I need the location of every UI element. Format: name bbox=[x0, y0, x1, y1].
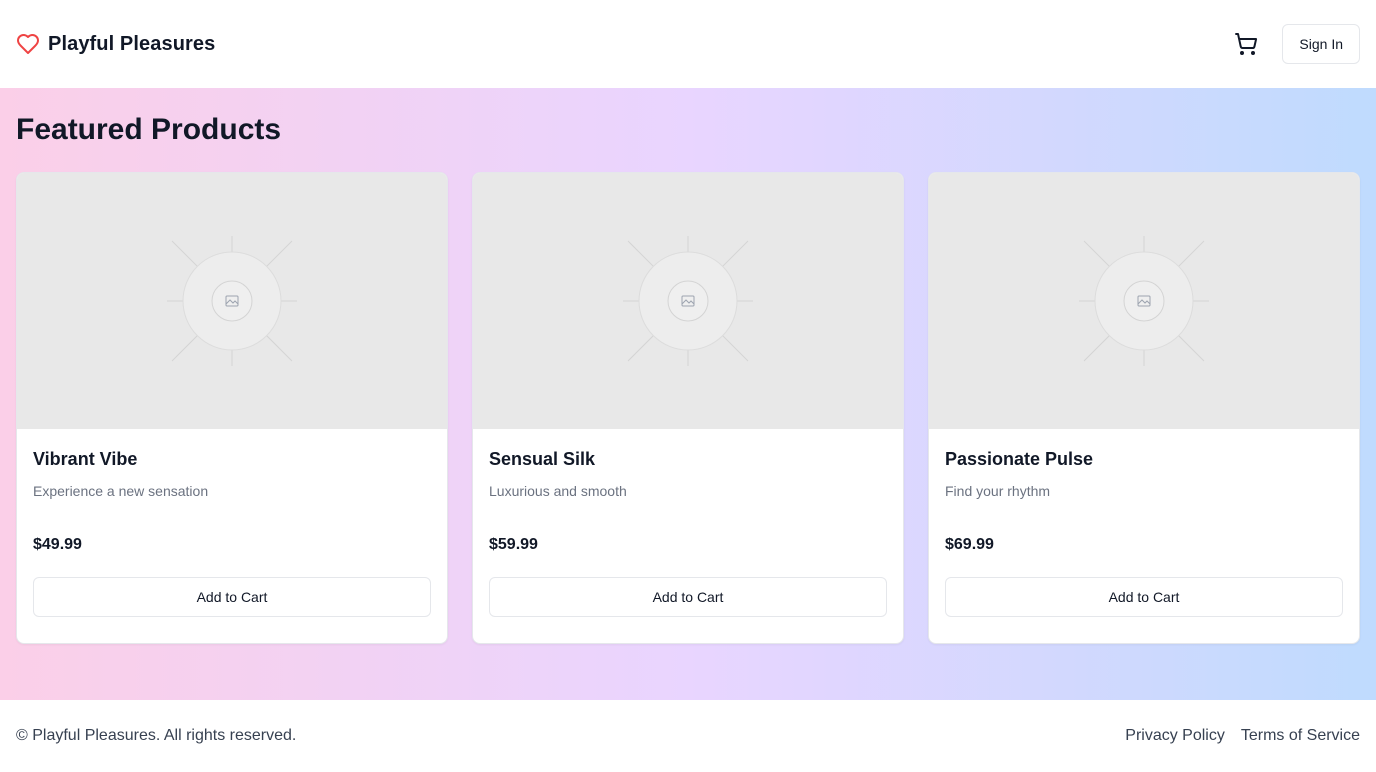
product-card: Sensual Silk Luxurious and smooth $59.99… bbox=[472, 172, 904, 644]
product-image bbox=[929, 173, 1359, 429]
add-to-cart-button[interactable]: Add to Cart bbox=[489, 577, 887, 617]
product-price: $69.99 bbox=[945, 536, 994, 553]
product-price: $59.99 bbox=[489, 536, 538, 553]
privacy-policy-link[interactable]: Privacy Policy bbox=[1125, 727, 1225, 745]
product-name: Vibrant Vibe bbox=[33, 449, 138, 469]
add-to-cart-button[interactable]: Add to Cart bbox=[945, 577, 1343, 617]
product-card-body: Sensual Silk Luxurious and smooth $59.99… bbox=[473, 429, 903, 643]
product-description: Luxurious and smooth bbox=[489, 483, 627, 499]
product-image bbox=[17, 173, 447, 429]
product-card-body: Vibrant Vibe Experience a new sensation … bbox=[17, 429, 447, 643]
product-price: $49.99 bbox=[33, 536, 82, 553]
footer-links: Privacy Policy Terms of Service bbox=[1125, 727, 1360, 745]
brand[interactable]: Playful Pleasures bbox=[16, 32, 215, 56]
image-placeholder-icon bbox=[1079, 236, 1209, 366]
terms-of-service-link[interactable]: Terms of Service bbox=[1241, 727, 1360, 745]
shopping-cart-icon bbox=[1234, 32, 1258, 56]
product-card: Passionate Pulse Find your rhythm $69.99… bbox=[928, 172, 1360, 644]
cart-button[interactable] bbox=[1226, 24, 1266, 64]
header-actions: Sign In bbox=[1226, 24, 1360, 64]
page-title: Featured Products bbox=[16, 113, 282, 146]
product-card-body: Passionate Pulse Find your rhythm $69.99… bbox=[929, 429, 1359, 643]
product-grid: Vibrant Vibe Experience a new sensation … bbox=[16, 172, 1360, 644]
heart-icon bbox=[16, 32, 40, 56]
site-footer: © Playful Pleasures. All rights reserved… bbox=[0, 700, 1376, 772]
copyright-text: © Playful Pleasures. All rights reserved… bbox=[16, 727, 297, 744]
product-card: Vibrant Vibe Experience a new sensation … bbox=[16, 172, 448, 644]
product-name: Passionate Pulse bbox=[945, 449, 1094, 469]
image-placeholder-icon bbox=[167, 236, 297, 366]
brand-name: Playful Pleasures bbox=[48, 32, 216, 55]
add-to-cart-button[interactable]: Add to Cart bbox=[33, 577, 431, 617]
product-image bbox=[473, 173, 903, 429]
product-description: Find your rhythm bbox=[945, 483, 1051, 499]
image-placeholder-icon bbox=[623, 236, 753, 366]
product-name: Sensual Silk bbox=[489, 449, 596, 469]
site-header: Playful Pleasures Sign In bbox=[0, 0, 1376, 88]
featured-section: Featured Products Vibrant Vibe Experienc… bbox=[0, 88, 1376, 700]
sign-in-button[interactable]: Sign In bbox=[1282, 24, 1360, 64]
product-description: Experience a new sensation bbox=[33, 483, 209, 499]
